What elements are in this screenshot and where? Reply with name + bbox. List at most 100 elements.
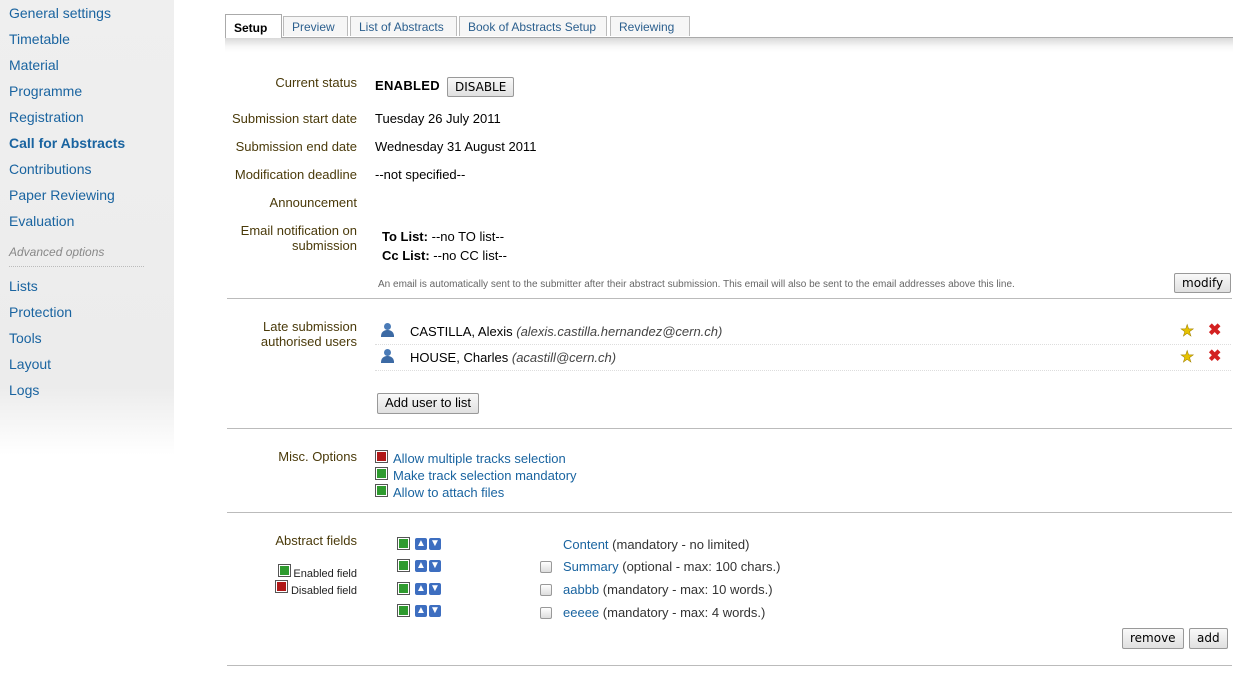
field-description: (optional - max: 100 chars.) <box>622 559 781 574</box>
sidebar-item-timetable[interactable]: Timetable <box>9 31 70 47</box>
user-email: (alexis.castilla.hernandez@cern.ch) <box>516 324 723 339</box>
field-select-checkbox[interactable] <box>540 607 552 619</box>
sidebar-item-lists[interactable]: Lists <box>9 278 38 294</box>
section-divider <box>227 298 1232 299</box>
user-entry: HOUSE, Charles (acastill@cern.ch) <box>410 350 616 365</box>
legend-enabled-icon <box>278 564 291 577</box>
user-icon <box>381 349 394 363</box>
add-user-button[interactable]: Add user to list <box>377 393 479 414</box>
cc-list-value: --no CC list-- <box>433 248 507 263</box>
field-toggle[interactable] <box>397 582 410 595</box>
user-entry: CASTILLA, Alexis (alexis.castilla.hernan… <box>410 324 722 339</box>
user-email: (acastill@cern.ch) <box>511 350 617 365</box>
field-toggle[interactable] <box>397 559 410 572</box>
remove-button[interactable]: remove <box>1122 628 1184 649</box>
user-icon <box>381 323 394 337</box>
tab-book-of-abstracts-setup[interactable]: Book of Abstracts Setup <box>459 16 607 36</box>
option-toggle-multiple-tracks[interactable] <box>375 450 388 463</box>
sidebar-item-protection[interactable]: Protection <box>9 304 72 320</box>
sidebar-item-evaluation[interactable]: Evaluation <box>9 213 74 229</box>
section-divider <box>227 665 1232 666</box>
cc-list-label: Cc List: <box>382 248 430 263</box>
user-row: CASTILLA, Alexis (alexis.castilla.hernan… <box>375 319 1231 345</box>
disable-button[interactable]: DISABLE <box>447 77 515 97</box>
delete-icon[interactable]: ✖ <box>1208 346 1221 366</box>
sidebar-item-call-for-abstracts[interactable]: Call for Abstracts <box>9 135 125 151</box>
field-description: (mandatory - max: 4 words.) <box>602 605 766 620</box>
email-notification-label: Email notification on submission <box>241 223 357 253</box>
late-submission-label-line2: authorised users <box>260 334 357 349</box>
field-toggle[interactable] <box>397 604 410 617</box>
option-toggle-track-mandatory[interactable] <box>375 467 388 480</box>
abstract-fields-label: Abstract fields <box>275 533 357 548</box>
legend-disabled-icon <box>275 580 288 593</box>
user-name: HOUSE, Charles <box>410 350 509 365</box>
reorder-controls: ▲ ▼ <box>415 605 441 617</box>
to-list: To List: --no TO list-- <box>382 229 504 244</box>
tab-preview[interactable]: Preview <box>283 16 348 36</box>
star-icon[interactable]: ★ <box>1180 321 1195 341</box>
arrow-up-icon[interactable]: ▲ <box>415 605 427 617</box>
tab-reviewing[interactable]: Reviewing <box>610 16 690 36</box>
sidebar-item-contributions[interactable]: Contributions <box>9 161 92 177</box>
start-date-value: Tuesday 26 July 2011 <box>375 111 501 126</box>
end-date-value: Wednesday 31 August 2011 <box>375 139 537 154</box>
cc-list: Cc List: --no CC list-- <box>382 248 507 263</box>
field-name-link[interactable]: eeeee <box>563 605 599 620</box>
star-icon[interactable]: ★ <box>1180 347 1195 367</box>
sidebar-item-material[interactable]: Material <box>9 57 59 73</box>
field-select-checkbox[interactable] <box>540 561 552 573</box>
field-name-link[interactable]: Content <box>563 537 609 552</box>
sidebar-item-layout[interactable]: Layout <box>9 356 51 372</box>
sidebar-item-programme[interactable]: Programme <box>9 83 82 99</box>
sidebar-divider <box>9 266 144 267</box>
section-divider <box>227 428 1232 429</box>
arrow-up-icon[interactable]: ▲ <box>415 560 427 572</box>
sidebar-item-registration[interactable]: Registration <box>9 109 84 125</box>
to-list-value: --no TO list-- <box>431 229 505 244</box>
advanced-options-heading: Advanced options <box>9 245 105 259</box>
sidebar-item-general-settings[interactable]: General settings <box>9 5 111 21</box>
tab-bar-line <box>225 37 1233 52</box>
arrow-down-icon[interactable]: ▼ <box>429 560 441 572</box>
arrow-down-icon[interactable]: ▼ <box>429 605 441 617</box>
delete-icon[interactable]: ✖ <box>1208 320 1221 340</box>
tab-setup[interactable]: Setup <box>225 14 282 38</box>
email-notification-label-line2: submission <box>291 238 357 253</box>
misc-options-label: Misc. Options <box>278 449 357 464</box>
section-divider <box>227 512 1232 513</box>
to-list-label: To List: <box>382 229 428 244</box>
add-field-button[interactable]: add <box>1189 628 1228 649</box>
sidebar-item-logs[interactable]: Logs <box>9 382 39 398</box>
reorder-controls: ▲ ▼ <box>415 560 441 572</box>
option-track-mandatory[interactable]: Make track selection mandatory <box>393 468 577 483</box>
sidebar-item-tools[interactable]: Tools <box>9 330 42 346</box>
modify-button[interactable]: modify <box>1174 273 1232 293</box>
tab-list-of-abstracts[interactable]: List of Abstracts <box>350 16 457 36</box>
legend-enabled: Enabled field <box>293 568 357 580</box>
arrow-up-icon[interactable]: ▲ <box>415 538 427 550</box>
arrow-down-icon[interactable]: ▼ <box>429 583 441 595</box>
mod-deadline-label: Modification deadline <box>234 167 357 182</box>
announcement-label: Announcement <box>269 195 357 210</box>
late-submission-label: Late submission authorised users <box>261 319 357 349</box>
start-date-label: Submission start date <box>231 111 357 126</box>
user-name: CASTILLA, Alexis <box>410 324 513 339</box>
field-name-link[interactable]: Summary <box>563 559 619 574</box>
email-notification-label-line1: Email notification on <box>240 223 357 238</box>
field-row: Content (mandatory - no limited) <box>563 537 749 552</box>
email-note: An email is automatically sent to the su… <box>378 279 1015 290</box>
field-name-link[interactable]: aabbb <box>563 582 599 597</box>
reorder-controls: ▲ ▼ <box>415 538 441 550</box>
field-row: Summary (optional - max: 100 chars.) <box>563 559 780 574</box>
legend-disabled: Disabled field <box>290 585 357 597</box>
sidebar-item-paper-reviewing[interactable]: Paper Reviewing <box>9 187 115 203</box>
option-toggle-attach-files[interactable] <box>375 484 388 497</box>
option-multiple-tracks[interactable]: Allow multiple tracks selection <box>393 451 566 466</box>
arrow-down-icon[interactable]: ▼ <box>429 538 441 550</box>
field-description: (mandatory - max: 10 words.) <box>602 582 773 597</box>
arrow-up-icon[interactable]: ▲ <box>415 583 427 595</box>
field-select-checkbox[interactable] <box>540 584 552 596</box>
option-attach-files[interactable]: Allow to attach files <box>393 485 504 500</box>
field-toggle[interactable] <box>397 537 410 550</box>
